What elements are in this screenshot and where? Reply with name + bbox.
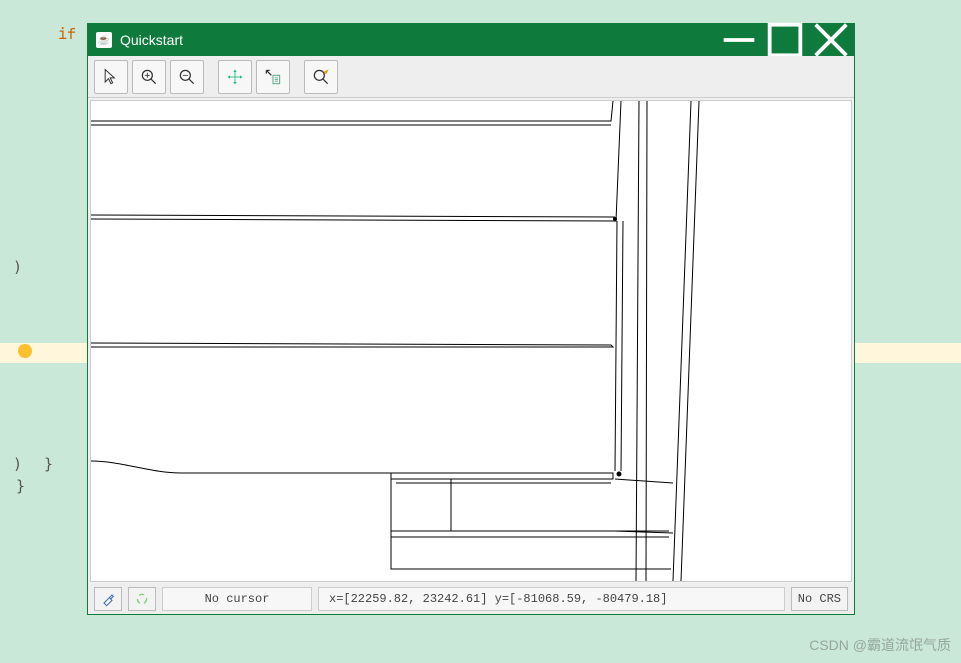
code-paren: )	[13, 455, 22, 473]
crs-button[interactable]: No CRS	[791, 587, 848, 611]
pointer-tool-button[interactable]	[94, 60, 128, 94]
code-keyword-if: if	[58, 24, 76, 44]
code-brace: }	[44, 455, 53, 473]
zoom-out-button[interactable]	[170, 60, 204, 94]
code-paren: )	[13, 258, 22, 276]
titlebar[interactable]: Quickstart	[88, 24, 854, 56]
maximize-button[interactable]	[762, 24, 808, 56]
progress-indicator	[128, 587, 156, 611]
watermark-text: CSDN @霸道流氓气质	[809, 635, 951, 655]
pan-button[interactable]	[218, 60, 252, 94]
zoom-in-button[interactable]	[132, 60, 166, 94]
quickstart-window: Quickstart	[87, 23, 855, 615]
lightbulb-icon[interactable]	[18, 344, 32, 358]
statusbar: No cursor x=[22259.82, 23242.61] y=[-810…	[88, 584, 854, 614]
java-app-icon	[96, 32, 112, 48]
settings-button[interactable]	[94, 587, 122, 611]
zoom-extent-button[interactable]	[256, 60, 290, 94]
minimize-button[interactable]	[716, 24, 762, 56]
close-button[interactable]	[808, 24, 854, 56]
coordinates-readout: x=[22259.82, 23242.61] y=[-81068.59, -80…	[318, 587, 785, 611]
map-canvas[interactable]	[90, 100, 852, 582]
window-title: Quickstart	[120, 32, 183, 48]
code-brace: }	[16, 477, 25, 495]
cursor-status: No cursor	[162, 587, 312, 611]
info-tool-button[interactable]	[304, 60, 338, 94]
toolbar	[88, 56, 854, 98]
map-svg	[91, 101, 851, 581]
